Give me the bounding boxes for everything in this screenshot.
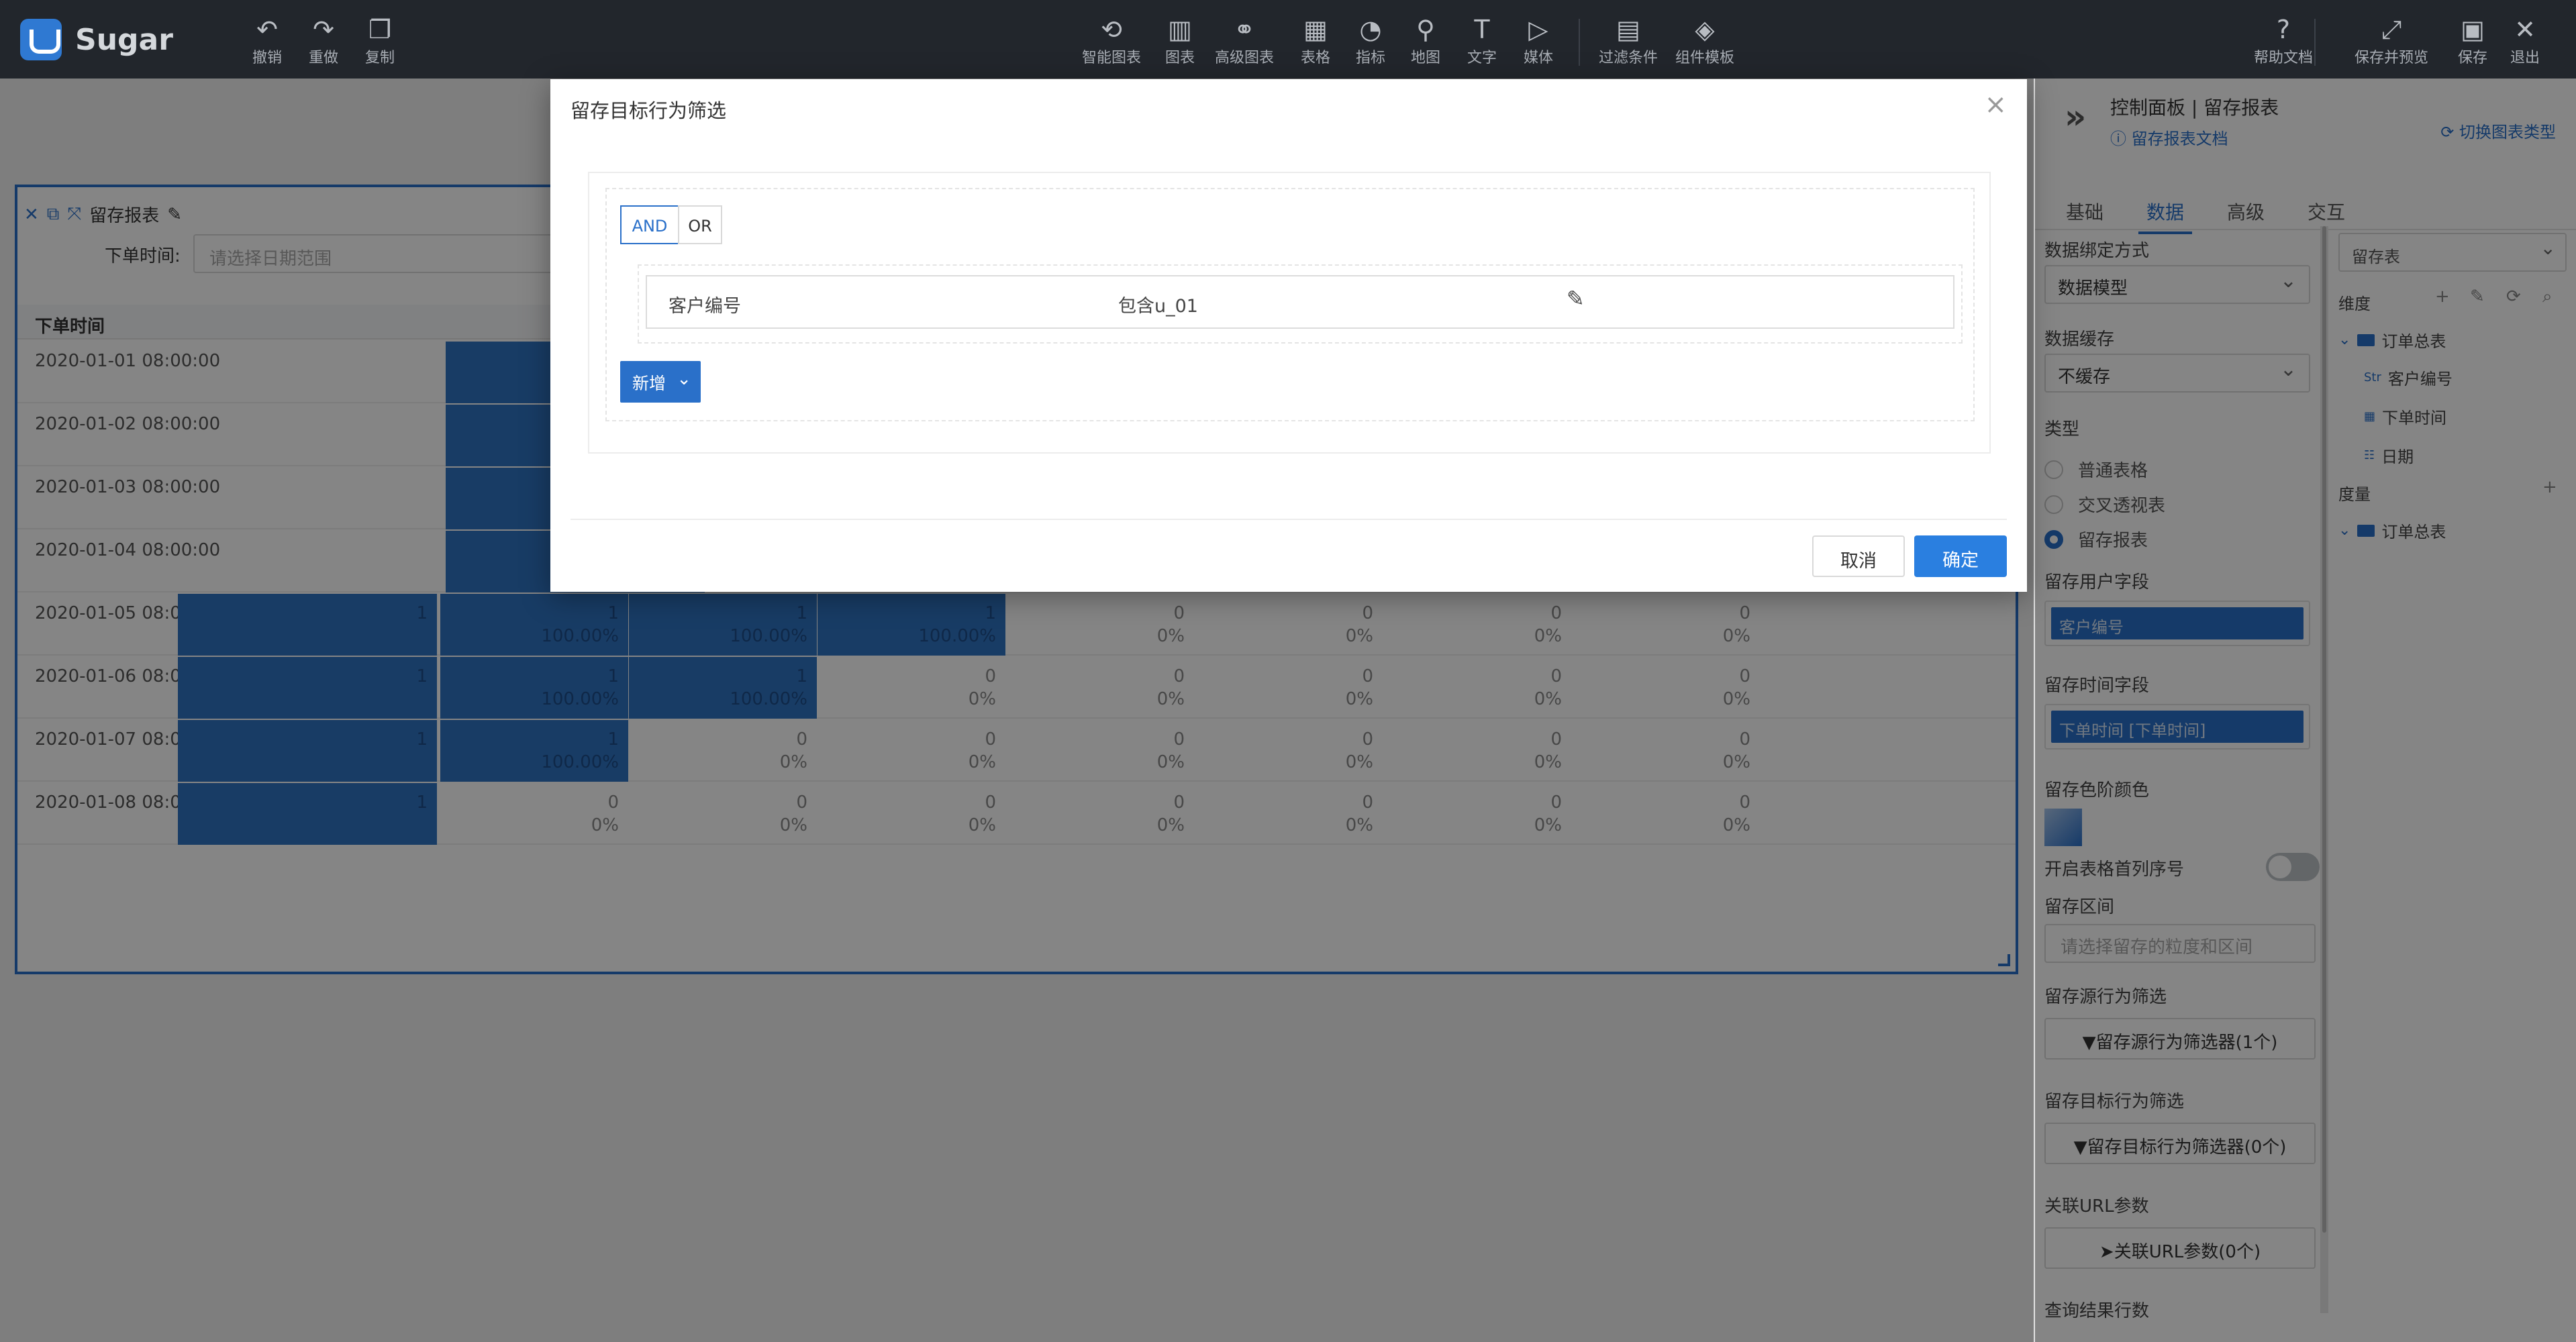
smart-chart-icon: ⟲	[1101, 15, 1122, 44]
toolbar-button[interactable]: ⟲ 智能图表	[1082, 15, 1141, 67]
copy-icon: ❐	[368, 15, 392, 44]
toolbar-separator	[2314, 19, 2316, 66]
toolbar-button[interactable]: ◈ 组件模板	[1675, 15, 1734, 67]
condition-list: 客户编号 包含u_01 ✎	[638, 264, 1963, 344]
bar-chart-icon: ▥	[1168, 15, 1192, 44]
toolbar-button[interactable]: ⚲ 地图	[1411, 15, 1440, 67]
target-filter-dialog: 留存目标行为筛选 × AND OR 客户编号 包含u_01 ✎ 新增 ⌄ 取消 …	[550, 79, 2027, 592]
filter-calendar-icon: ▤	[1616, 15, 1640, 44]
toolbar-button-label: 保存并预览	[2355, 50, 2429, 66]
help-icon: ?	[2276, 15, 2291, 44]
add-condition-button[interactable]: 新增 ⌄	[620, 361, 701, 403]
add-condition-label: 新增	[632, 374, 666, 393]
expand-icon: ⤢	[2381, 15, 2402, 44]
toolbar-separator	[1579, 19, 1580, 66]
toolbar-button-label: 复制	[365, 50, 395, 66]
toolbar-button-label: 地图	[1411, 50, 1441, 66]
toolbar-button[interactable]: ❐ 复制	[365, 15, 395, 67]
control-panel: » 控制面板 | 留存报表 ⓘ 留存报表文档 ⟳ 切换图表类型 基础 数据 高级…	[2034, 79, 2576, 1342]
top-toolbar: Sugar ↶ 撤销 ↷ 重做 ❐ 复制 ⟲ 智能图表 ▥ 图表 ⚭ 高级图表 ▦ 表格 ◔ 指标 ⚲ 地图 T 文…	[0, 0, 2576, 79]
toolbar-button-label: 媒体	[1524, 50, 1554, 66]
close-icon: ✕	[2514, 15, 2536, 44]
toolbar-button-label: 组件模板	[1675, 50, 1735, 66]
confirm-button[interactable]: 确定	[1914, 535, 2007, 577]
toolbar-button[interactable]: ⚭ 高级图表	[1215, 15, 1274, 67]
toolbar-button[interactable]: ▦ 表格	[1301, 15, 1330, 67]
table-icon: ▦	[1303, 15, 1328, 44]
logic-toggle: AND OR	[620, 205, 722, 244]
undo-icon: ↶	[256, 15, 278, 44]
media-icon: ▷	[1528, 15, 1548, 44]
condition-row[interactable]: 客户编号 包含u_01 ✎	[646, 275, 1954, 329]
toolbar-button-label: 指标	[1356, 50, 1386, 66]
toolbar-button-label: 智能图表	[1082, 50, 1142, 66]
save-icon: ▣	[2461, 15, 2485, 44]
chevron-down-icon: ⌄	[677, 369, 691, 389]
panel-backdrop[interactable]	[2035, 79, 2576, 1342]
toolbar-button[interactable]: ▤ 过滤条件	[1599, 15, 1658, 67]
toolbar-button[interactable]: ▷ 媒体	[1524, 15, 1553, 67]
toolbar-button-label: 过滤条件	[1599, 50, 1658, 66]
toolbar-button[interactable]: ? 帮助文档	[2254, 15, 2313, 67]
gauge-icon: ◔	[1359, 15, 1382, 44]
toolbar-button[interactable]: ▣ 保存	[2458, 15, 2487, 67]
filter-editor: AND OR 客户编号 包含u_01 ✎ 新增 ⌄	[588, 172, 1991, 454]
sugar-logo-icon	[20, 19, 62, 60]
toolbar-button[interactable]: ✕ 退出	[2510, 15, 2540, 67]
toolbar-button-label: 退出	[2510, 50, 2540, 66]
toolbar-button-label: 表格	[1301, 50, 1331, 66]
dialog-title: 留存目标行为筛选	[571, 99, 727, 122]
map-pin-icon: ⚲	[1416, 15, 1435, 44]
toolbar-button[interactable]: ↷ 重做	[309, 15, 338, 67]
text-icon: T	[1474, 15, 1490, 44]
toolbar-button-label: 重做	[309, 50, 339, 66]
toolbar-button-label: 撤销	[252, 50, 283, 66]
toolbar-button-label: 文字	[1467, 50, 1497, 66]
condition-field: 客户编号	[668, 296, 741, 317]
toolbar-button-label: 高级图表	[1215, 50, 1275, 66]
cancel-button[interactable]: 取消	[1812, 535, 1905, 577]
close-icon[interactable]: ×	[1984, 91, 2007, 118]
dialog-divider	[571, 519, 2007, 520]
toolbar-button-label: 帮助文档	[2254, 50, 2314, 66]
logo: Sugar	[20, 19, 173, 60]
or-button[interactable]: OR	[678, 205, 722, 244]
edit-pencil-icon[interactable]: ✎	[1567, 286, 1585, 311]
toolbar-button[interactable]: ▥ 图表	[1165, 15, 1195, 67]
template-icon: ◈	[1695, 15, 1715, 44]
condition-value: 包含u_01	[1118, 296, 1198, 317]
advanced-chart-icon: ⚭	[1234, 15, 1255, 44]
toolbar-button[interactable]: ↶ 撤销	[252, 15, 282, 67]
toolbar-button[interactable]: T 文字	[1467, 15, 1497, 67]
redo-icon: ↷	[313, 15, 334, 44]
and-button[interactable]: AND	[620, 205, 679, 244]
toolbar-button[interactable]: ◔ 指标	[1356, 15, 1385, 67]
app-name: Sugar	[75, 22, 173, 57]
toolbar-button-label: 图表	[1165, 50, 1195, 66]
condition-group: AND OR 客户编号 包含u_01 ✎ 新增 ⌄	[605, 188, 1975, 421]
toolbar-button-label: 保存	[2458, 50, 2488, 66]
toolbar-button[interactable]: ⤢ 保存并预览	[2355, 15, 2428, 67]
